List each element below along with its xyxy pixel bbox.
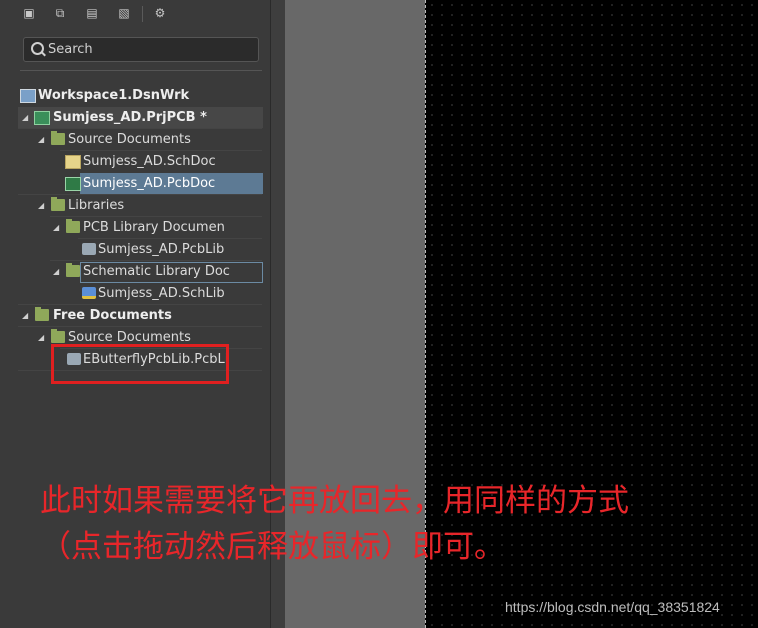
annotation-line-1: 此时如果需要将它再放回去，用同样的方式 <box>40 483 629 519</box>
close-project-icon[interactable]: ▤ <box>85 6 99 20</box>
tree-item-label: Sumjess_AD.SchDoc <box>83 154 216 169</box>
collapse-arrow-icon[interactable]: ◢ <box>38 129 46 150</box>
schematic-doc-icon <box>65 155 81 169</box>
tree-item-source-documents[interactable]: ◢ Source Documents <box>38 129 262 150</box>
folder-icon <box>35 307 49 321</box>
tree-item-label: Source Documents <box>68 132 191 147</box>
tree-item-pcb-library-folder[interactable]: ◢ PCB Library Documen <box>53 217 262 238</box>
workspace-icon <box>20 89 36 103</box>
tree-item-label: Schematic Library Doc <box>83 264 230 279</box>
open-folder-icon[interactable]: ▧ <box>117 6 131 20</box>
tree-item-schlib[interactable]: Sumjess_AD.SchLib <box>82 283 262 304</box>
tree-item-schdoc[interactable]: Sumjess_AD.SchDoc <box>65 151 262 172</box>
folder-icon <box>51 131 65 145</box>
collapse-arrow-icon[interactable]: ◢ <box>22 107 30 128</box>
tree-item-schematic-library-folder[interactable]: ◢ Schematic Library Doc <box>53 261 262 282</box>
search-divider <box>20 70 262 71</box>
tree-item-label: Sumjess_AD.PcbDoc <box>83 176 216 191</box>
tree-item-label: Sumjess_AD.PrjPCB * <box>53 110 207 125</box>
tree-item-label: Sumjess_AD.PcbLib <box>98 242 225 257</box>
schematic-library-icon <box>82 287 96 299</box>
tree-item-libraries[interactable]: ◢ Libraries <box>38 195 262 216</box>
projects-toolbar: ▣ ⧉ ▤ ▧ ⚙ <box>0 0 270 28</box>
pcb-library-icon <box>82 243 96 255</box>
toolbar-separator <box>142 6 143 22</box>
folder-icon <box>66 219 80 233</box>
watermark: https://blog.csdn.net/qq_38351824 <box>505 599 720 615</box>
pcb-project-icon <box>34 111 50 125</box>
highlight-rectangle <box>51 344 229 384</box>
save-all-icon[interactable]: ⧉ <box>53 6 67 20</box>
search-icon <box>31 42 44 55</box>
collapse-arrow-icon[interactable]: ◢ <box>22 305 30 326</box>
folder-icon <box>51 329 65 343</box>
tree-item-workspace[interactable]: Workspace1.DsnWrk <box>20 85 262 106</box>
search-input[interactable] <box>48 40 248 59</box>
collapse-arrow-icon[interactable]: ◢ <box>38 327 46 348</box>
tree-item-pcbdoc[interactable]: Sumjess_AD.PcbDoc <box>65 173 262 194</box>
tree-item-label: PCB Library Documen <box>83 220 225 235</box>
tree-item-pcblib[interactable]: Sumjess_AD.PcbLib <box>82 239 262 260</box>
folder-icon <box>66 263 80 277</box>
collapse-arrow-icon[interactable]: ◢ <box>53 217 61 238</box>
annotation-line-2: （点击拖动然后释放鼠标）即可。 <box>40 529 505 565</box>
gear-icon[interactable]: ⚙ <box>153 6 167 20</box>
pcb-doc-icon <box>65 177 81 191</box>
search-box[interactable] <box>23 37 259 62</box>
tree-item-label: Sumjess_AD.SchLib <box>98 286 225 301</box>
tree-item-label: Workspace1.DsnWrk <box>38 88 190 103</box>
tree-item-label: Libraries <box>68 198 125 213</box>
collapse-arrow-icon[interactable]: ◢ <box>53 261 61 282</box>
save-icon[interactable]: ▣ <box>22 6 36 20</box>
tree-item-project[interactable]: ◢ Sumjess_AD.PrjPCB * <box>22 107 262 128</box>
tree-item-label: Free Documents <box>53 308 172 323</box>
folder-icon <box>51 197 65 211</box>
tree-item-free-documents[interactable]: ◢ Free Documents <box>22 305 262 326</box>
collapse-arrow-icon[interactable]: ◢ <box>38 195 46 216</box>
